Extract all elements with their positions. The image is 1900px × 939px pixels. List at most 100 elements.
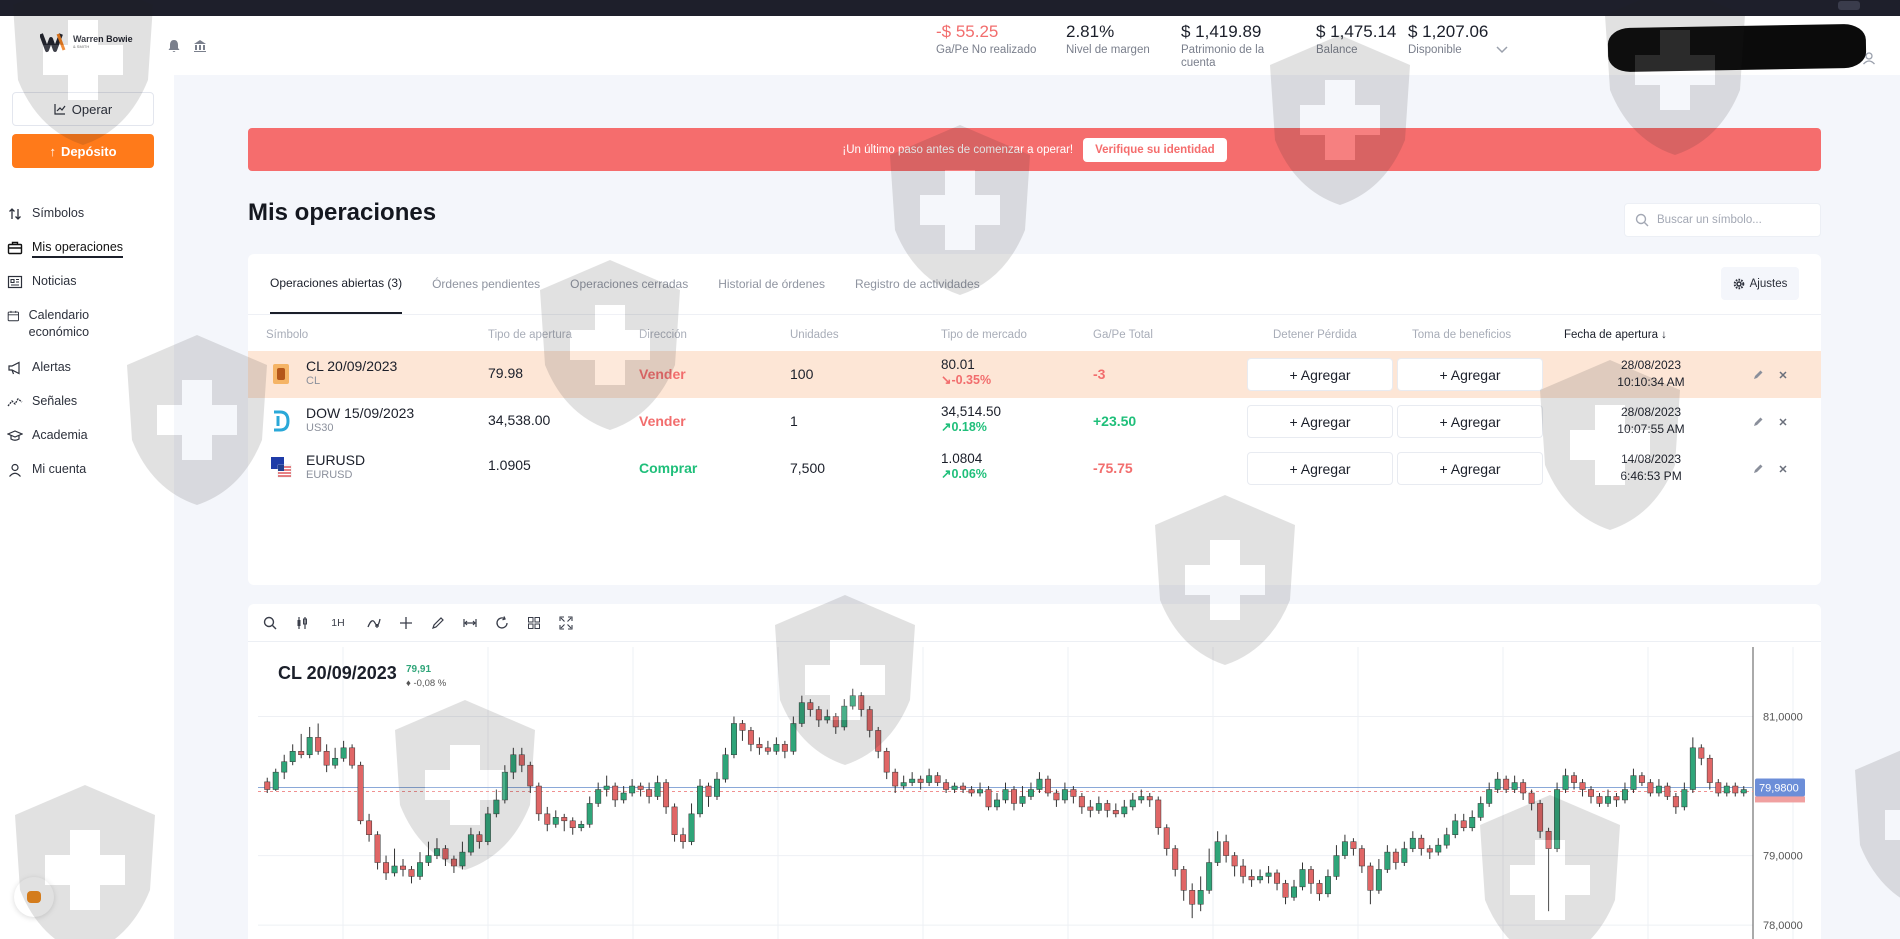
- search-icon[interactable]: [262, 615, 278, 631]
- candlestick-type-icon[interactable]: [294, 615, 310, 631]
- close-icon[interactable]: [1777, 463, 1789, 475]
- candle-body: [1409, 837, 1416, 849]
- candle-body: [561, 817, 568, 822]
- ajustes-button[interactable]: Ajustes: [1721, 267, 1799, 300]
- metric-value: $ 1,419.89: [1181, 22, 1262, 41]
- operar-button[interactable]: Operar: [12, 92, 154, 126]
- candlestick-chart[interactable]: 81,0000 79,0000 78,0000 79,9800 CL 20/09/202…: [248, 642, 1821, 939]
- candle-body: [357, 764, 364, 822]
- interval-selector[interactable]: 1H: [326, 615, 350, 631]
- fullscreen-icon[interactable]: [558, 615, 574, 631]
- table-row[interactable]: DOW 15/09/2023 US30 34,538.00 Vender 1 3…: [248, 398, 1821, 445]
- candle-body: [1655, 785, 1662, 794]
- sidebar-item-mis-operaciones[interactable]: Mis operaciones: [7, 239, 124, 258]
- add-take-profit-button[interactable]: + Agregar: [1397, 358, 1543, 391]
- candle-body: [408, 869, 415, 877]
- divider: [248, 314, 1821, 315]
- candle-body: [1715, 782, 1722, 794]
- edit-pencil-icon[interactable]: [1752, 369, 1764, 381]
- candle-body: [1638, 775, 1645, 783]
- candle-body: [1146, 796, 1153, 801]
- tab-historial-ordenes[interactable]: Historial de órdenes: [718, 254, 825, 314]
- col-header-detener-perdida[interactable]: Detener Pérdida: [1273, 329, 1357, 341]
- bank-icon[interactable]: [192, 38, 208, 54]
- edit-pencil-icon[interactable]: [1752, 463, 1764, 475]
- crosshair-icon[interactable]: [398, 615, 414, 631]
- sidebar-item-mi-cuenta[interactable]: Mi cuenta: [7, 461, 86, 478]
- candle-body: [1452, 820, 1459, 835]
- table-row[interactable]: EURUSD EURUSD 1.0905 Comprar 7,500 1.080…: [248, 445, 1821, 492]
- tab-operaciones-abiertas[interactable]: Operaciones abiertas (3): [270, 254, 403, 314]
- candle-body: [1477, 803, 1484, 818]
- brand-logo[interactable]: Warren Bowie & SMITH: [40, 30, 133, 54]
- close-icon[interactable]: [1777, 369, 1789, 381]
- tab-operaciones-cerradas[interactable]: Operaciones cerradas: [570, 254, 688, 314]
- search-input[interactable]: [1657, 214, 1807, 226]
- sidebar-item-alertas[interactable]: Alertas: [7, 359, 71, 376]
- symbol-search[interactable]: [1624, 203, 1821, 237]
- symbol-name: EURUSD: [306, 452, 366, 468]
- candle-body: [1265, 872, 1272, 877]
- candle-body: [747, 730, 754, 745]
- layout-grid-icon[interactable]: [526, 615, 542, 631]
- candle-body: [306, 737, 313, 756]
- metric-unrealized-pl: -$ 55.25 Ga/Pe No realizado: [936, 22, 1036, 57]
- sidebar-item-academia[interactable]: Academia: [7, 427, 88, 444]
- sidebar-item-calendario[interactable]: Calendario económico: [7, 307, 127, 341]
- candle-body: [1621, 789, 1628, 801]
- metric-label: Disponible: [1408, 44, 1462, 56]
- metric-margin-level: 2.81% Nivel de margen: [1066, 22, 1150, 57]
- add-stop-loss-button[interactable]: + Agregar: [1247, 452, 1393, 485]
- chat-support-button[interactable]: [14, 877, 54, 917]
- deposito-button[interactable]: ↑ Depósito: [12, 134, 154, 168]
- tab-ordenes-pendientes[interactable]: Órdenes pendientes: [432, 254, 540, 314]
- candle-body: [892, 771, 899, 787]
- sidebar-item-noticias[interactable]: Noticias: [7, 273, 76, 290]
- col-header-fecha-apertura[interactable]: Fecha de apertura ↓: [1564, 329, 1667, 341]
- window-control[interactable]: [1838, 1, 1860, 10]
- draw-pencil-icon[interactable]: [430, 615, 446, 631]
- add-take-profit-button[interactable]: + Agregar: [1397, 405, 1543, 438]
- col-header-direccion[interactable]: Dirección: [639, 329, 687, 341]
- bell-icon[interactable]: [166, 38, 182, 54]
- sidebar-item-simbolos[interactable]: Símbolos: [7, 205, 84, 222]
- candle-body: [654, 782, 661, 797]
- candle-body: [417, 862, 423, 877]
- arrow-up-icon: ↑: [49, 143, 56, 159]
- add-stop-loss-button[interactable]: + Agregar: [1247, 358, 1393, 391]
- candle-body: [1740, 789, 1747, 794]
- col-header-tipo-apertura[interactable]: Tipo de apertura: [488, 329, 572, 341]
- candle-body: [1486, 789, 1493, 804]
- col-header-simbolo[interactable]: Símbolo: [266, 329, 308, 341]
- metric-label: Nivel de margen: [1066, 44, 1150, 56]
- chart-title: CL 20/09/2023: [278, 663, 397, 683]
- close-icon[interactable]: [1777, 416, 1789, 428]
- candle-body: [1672, 796, 1679, 808]
- metric-value: $ 1,475.14: [1316, 22, 1397, 41]
- units: 7,500: [790, 460, 826, 476]
- col-header-unidades[interactable]: Unidades: [790, 329, 839, 341]
- candle-body: [1681, 789, 1688, 808]
- col-header-tipo-mercado[interactable]: Tipo de mercado: [941, 329, 1027, 341]
- tab-registro-actividades[interactable]: Registro de actividades: [855, 254, 980, 314]
- table-row[interactable]: CL 20/09/2023 CL 79.98 Vender 100 80.01 …: [248, 351, 1821, 398]
- candle-body: [1214, 841, 1221, 863]
- chevron-down-icon[interactable]: [1496, 46, 1508, 54]
- add-take-profit-button[interactable]: + Agregar: [1397, 452, 1543, 485]
- shield-plus-watermark-icon: [1855, 750, 1900, 898]
- col-header-toma-beneficios[interactable]: Toma de beneficios: [1412, 329, 1511, 341]
- col-header-ga-pe-total[interactable]: Ga/Pe Total: [1093, 329, 1153, 341]
- candle-body: [450, 858, 457, 867]
- candle-body: [340, 747, 347, 759]
- candle-body: [527, 764, 534, 787]
- edit-pencil-icon[interactable]: [1752, 416, 1764, 428]
- measure-icon[interactable]: [462, 615, 478, 631]
- sidebar-item-senales[interactable]: Señales: [7, 393, 77, 410]
- refresh-icon[interactable]: [494, 615, 510, 631]
- candle-body: [1647, 782, 1654, 794]
- market-price: 80.01: [941, 357, 975, 372]
- verify-identity-button[interactable]: Verifique su identidad: [1083, 137, 1227, 162]
- candle-body: [1375, 869, 1382, 891]
- indicators-icon[interactable]: [366, 615, 382, 631]
- add-stop-loss-button[interactable]: + Agregar: [1247, 405, 1393, 438]
